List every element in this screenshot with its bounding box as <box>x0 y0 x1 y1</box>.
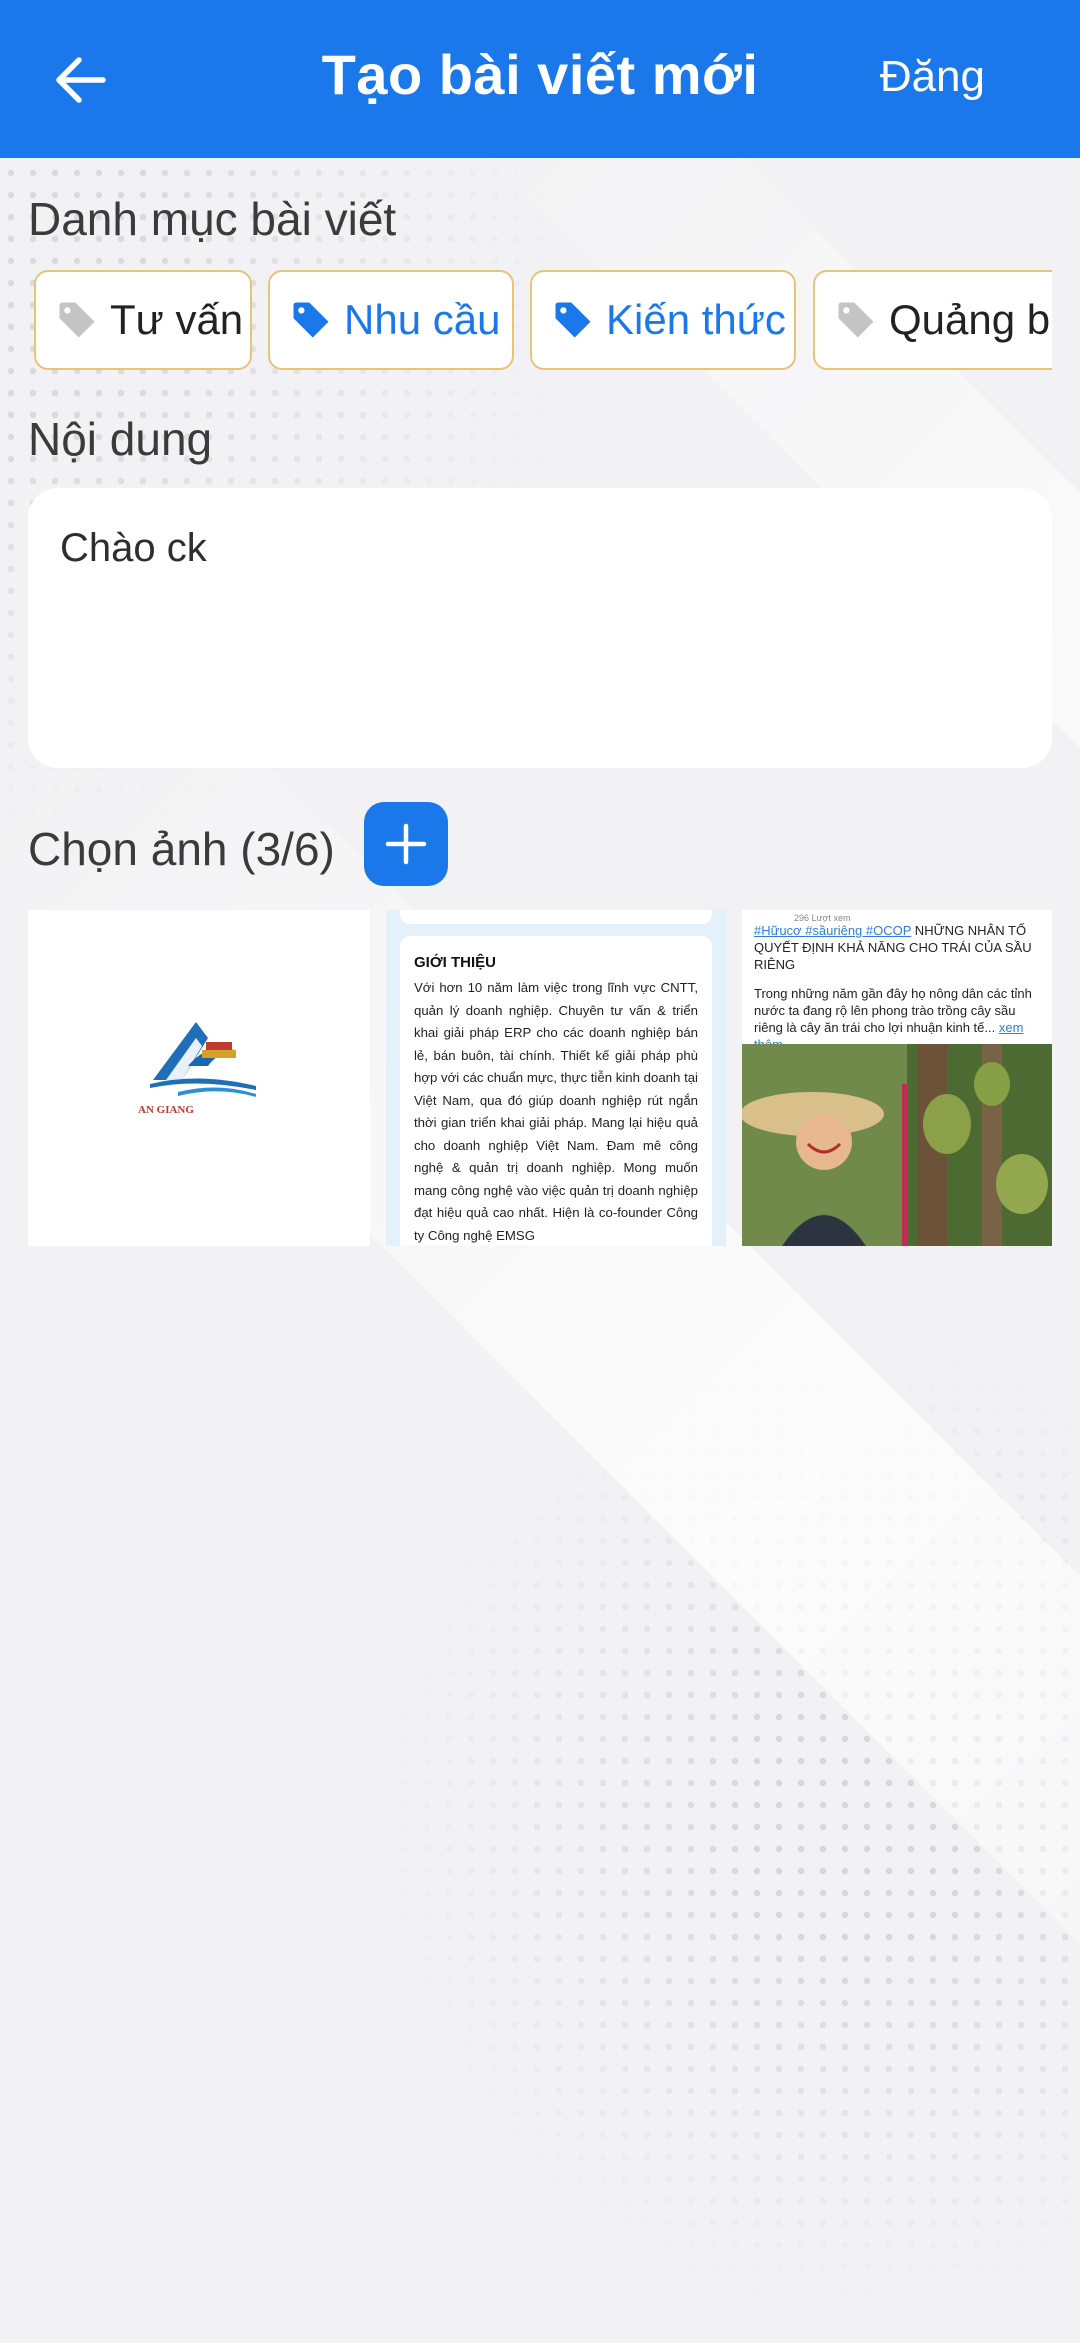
article-excerpt-line: Trong những năm gần đây họ nông dân các … <box>754 985 1040 1053</box>
image-thumbnail[interactable]: AN GIANG <box>28 910 370 1246</box>
chip-label: Tư vấn <box>110 296 244 343</box>
durian-farmer-photo <box>742 1044 1052 1246</box>
tag-icon <box>293 302 329 338</box>
intro-body: Với hơn 10 năm làm việc trong lĩnh vực C… <box>414 980 698 1243</box>
article-excerpt: Trong những năm gần đây họ nông dân các … <box>754 986 1032 1035</box>
post-button[interactable]: Đăng <box>880 52 985 102</box>
content-input[interactable]: Chào ck <box>28 488 1052 768</box>
image-thumbnail[interactable]: GIỚI THIỆU Với hơn 10 năm làm việc trong… <box>386 910 726 1246</box>
main-content: Danh mục bài viết Tư vấn Nhu cầu Kiến th… <box>0 0 1080 2343</box>
content-section-title: Nội dung <box>28 413 213 465</box>
image-thumbnail[interactable]: 296 Lượt xem #Hữucơ #sầuriêng #OCOP NHỮN… <box>742 910 1052 1246</box>
tag-icon <box>59 302 95 338</box>
chip-label: Nhu cầu <box>344 296 501 343</box>
category-chip-nhu-cau[interactable]: Nhu cầu <box>268 270 514 370</box>
category-chip-list[interactable]: Tư vấn Nhu cầu Kiến thức Quảng bá <box>28 268 1052 374</box>
view-count: 296 Lượt xem <box>794 913 851 923</box>
plus-icon <box>385 823 427 865</box>
category-chip-tu-van[interactable]: Tư vấn <box>34 270 252 370</box>
chip-label: Quảng bá <box>889 296 1052 343</box>
article-preview: 296 Lượt xem #Hữucơ #sầuriêng #OCOP NHỮN… <box>742 910 1052 1052</box>
an-giang-logo: AN GIANG <box>138 1002 268 1122</box>
chip-label: Kiến thức <box>606 296 786 343</box>
tag-icon <box>838 302 874 338</box>
category-section-title: Danh mục bài viết <box>28 193 397 245</box>
content-input-value: Chào ck <box>60 526 207 570</box>
hashtags: #Hữucơ #sầuriêng #OCOP <box>754 923 912 938</box>
intro-heading: GIỚI THIỆU <box>414 954 496 971</box>
images-section-title: Chọn ảnh (3/6) <box>28 823 335 875</box>
category-chip-quang-ba[interactable]: Quảng bá <box>813 270 1052 370</box>
category-chip-kien-thuc[interactable]: Kiến thức <box>530 270 796 370</box>
card-top-edge <box>400 910 712 924</box>
app-header: Tạo bài viết mới Đăng <box>0 0 1080 158</box>
add-image-button[interactable] <box>364 802 448 886</box>
article-headline-line: #Hữucơ #sầuriêng #OCOP NHỮNG NHÂN TỐ QUY… <box>754 922 1040 973</box>
intro-card: GIỚI THIỆU Với hơn 10 năm làm việc trong… <box>400 936 712 1246</box>
logo-caption: AN GIANG <box>138 1104 194 1116</box>
tag-icon <box>555 302 591 338</box>
